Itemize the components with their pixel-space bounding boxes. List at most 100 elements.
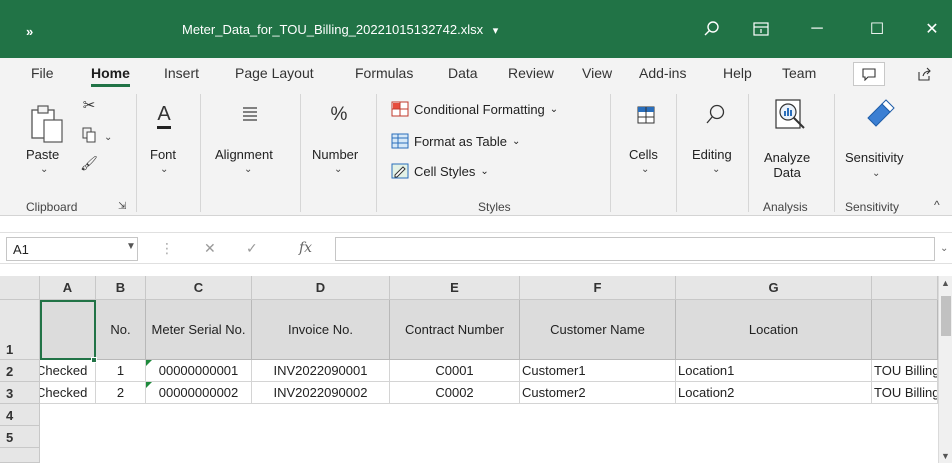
scrollbar-thumb[interactable]	[941, 296, 951, 336]
row-header-2[interactable]: 2	[0, 360, 40, 382]
chevron-down-icon[interactable]: ⌄	[40, 164, 48, 175]
close-button[interactable]: ✕	[912, 14, 952, 44]
cell-a1[interactable]	[40, 300, 96, 360]
scroll-down-icon[interactable]: ▼	[941, 451, 950, 461]
tab-formulas[interactable]: Formulas	[355, 65, 413, 81]
sensitivity-button[interactable]: Sensitivity	[845, 150, 904, 165]
chevron-down-icon[interactable]: ⌄	[334, 164, 342, 175]
row-header-1[interactable]: 1	[0, 300, 40, 360]
cancel-icon[interactable]: ✕	[204, 240, 216, 257]
cell-c3[interactable]: 00000000002	[146, 382, 252, 404]
row-header-4[interactable]: 4	[0, 404, 40, 426]
cell-styles-button[interactable]: Cell Styles ⌄	[391, 160, 489, 182]
cell-f1[interactable]: Customer Name	[520, 300, 676, 360]
percent-icon: %	[330, 104, 348, 125]
expand-formula-bar-icon[interactable]: ⌄	[940, 243, 948, 254]
chevron-down-icon[interactable]: ⌄	[641, 164, 649, 175]
tab-page-layout[interactable]: Page Layout	[235, 65, 314, 81]
cell-e3[interactable]: C0002	[390, 382, 520, 404]
quick-access-overflow-button[interactable]: »	[26, 24, 33, 39]
column-header-g[interactable]: G	[676, 276, 872, 300]
vertical-scrollbar[interactable]: ▲ ▼	[938, 276, 952, 463]
cell-styles-icon	[391, 163, 409, 179]
tab-home[interactable]: Home	[91, 65, 130, 87]
cell-b1[interactable]: No.	[96, 300, 146, 360]
cell-b3[interactable]: 2	[96, 382, 146, 404]
cell-f2[interactable]: Customer1	[520, 360, 676, 382]
enter-icon[interactable]: ✓	[246, 240, 258, 257]
document-title[interactable]: Meter_Data_for_TOU_Billing_2022101513274…	[182, 22, 498, 37]
cell-d1[interactable]: Invoice No.	[252, 300, 390, 360]
chevron-down-icon[interactable]: ▼	[126, 241, 136, 252]
cell-c1[interactable]: Meter Serial No.	[146, 300, 252, 360]
cell-c2[interactable]: 00000000001	[146, 360, 252, 382]
font-button[interactable]: Font	[150, 147, 176, 162]
column-header-f[interactable]: F	[520, 276, 676, 300]
column-header-b[interactable]: B	[96, 276, 146, 300]
cell-b2[interactable]: 1	[96, 360, 146, 382]
format-painter-icon[interactable]: 🖌	[80, 154, 98, 172]
cells-button[interactable]: Cells	[629, 147, 658, 162]
row-header-3[interactable]: 3	[0, 382, 40, 404]
chevron-down-icon[interactable]: ⌄	[244, 164, 252, 175]
conditional-formatting-label: Conditional Formatting	[414, 101, 545, 117]
collapse-ribbon-icon[interactable]: ^	[934, 198, 940, 212]
number-button[interactable]: Number	[312, 147, 358, 162]
tab-file[interactable]: File	[31, 65, 54, 81]
minimize-button[interactable]: ─	[797, 14, 837, 44]
column-header-d[interactable]: D	[252, 276, 390, 300]
formula-input[interactable]	[335, 237, 935, 261]
row-header-6[interactable]	[0, 448, 40, 463]
name-box[interactable]: A1	[6, 237, 138, 261]
maximize-button[interactable]: ☐	[857, 14, 897, 44]
tab-review[interactable]: Review	[508, 65, 554, 81]
copy-icon[interactable]	[80, 126, 98, 144]
tab-help[interactable]: Help	[723, 65, 752, 81]
conditional-formatting-button[interactable]: Conditional Formatting ⌄	[391, 98, 558, 120]
more-icon: ⋮	[160, 240, 174, 256]
search-icon[interactable]	[692, 14, 732, 44]
chevron-down-icon[interactable]: ⌄	[104, 132, 112, 143]
share-button[interactable]	[908, 62, 940, 86]
cell-h2[interactable]: TOU Billing	[872, 360, 938, 382]
chevron-down-icon: ▾	[492, 25, 499, 37]
dialog-launcher-icon[interactable]: ⇲	[118, 201, 126, 212]
ribbon-display-options-icon[interactable]	[741, 14, 781, 44]
format-as-table-button[interactable]: Format as Table ⌄	[391, 130, 520, 152]
cell-f3[interactable]: Customer2	[520, 382, 676, 404]
fill-handle[interactable]	[91, 357, 97, 363]
paste-button[interactable]: Paste	[26, 147, 59, 162]
analyze-data-button[interactable]: Analyze Data	[764, 150, 810, 180]
cell-h3[interactable]: TOU Billing	[872, 382, 938, 404]
cut-icon[interactable]: ✂	[80, 96, 98, 114]
row-header-5[interactable]: 5	[0, 426, 40, 448]
tab-add-ins[interactable]: Add-ins	[639, 65, 686, 81]
cell-g3[interactable]: Location2	[676, 382, 872, 404]
chevron-down-icon[interactable]: ⌄	[160, 164, 168, 175]
editing-button[interactable]: Editing	[692, 147, 732, 162]
cell-h1[interactable]	[872, 300, 938, 360]
tab-insert[interactable]: Insert	[164, 65, 199, 81]
tab-team[interactable]: Team	[782, 65, 816, 81]
alignment-button[interactable]: Alignment	[215, 147, 273, 162]
chevron-down-icon[interactable]: ⌄	[712, 164, 720, 175]
cell-a3[interactable]: Checked	[40, 382, 96, 404]
chevron-down-icon[interactable]: ⌄	[872, 168, 880, 179]
cell-e1[interactable]: Contract Number	[390, 300, 520, 360]
comments-button[interactable]	[853, 62, 885, 86]
column-header-c[interactable]: C	[146, 276, 252, 300]
cell-g2[interactable]: Location1	[676, 360, 872, 382]
cell-d2[interactable]: INV2022090001	[252, 360, 390, 382]
column-header-h[interactable]	[872, 276, 938, 300]
cell-e2[interactable]: C0001	[390, 360, 520, 382]
select-all-corner[interactable]	[0, 276, 40, 300]
scroll-up-icon[interactable]: ▲	[941, 278, 950, 288]
column-header-e[interactable]: E	[390, 276, 520, 300]
column-header-a[interactable]: A	[40, 276, 96, 300]
cell-d3[interactable]: INV2022090002	[252, 382, 390, 404]
insert-function-icon[interactable]: fx	[299, 240, 312, 256]
cell-g1[interactable]: Location	[676, 300, 872, 360]
cell-a2[interactable]: Checked	[40, 360, 96, 382]
tab-data[interactable]: Data	[448, 65, 478, 81]
tab-view[interactable]: View	[582, 65, 612, 81]
